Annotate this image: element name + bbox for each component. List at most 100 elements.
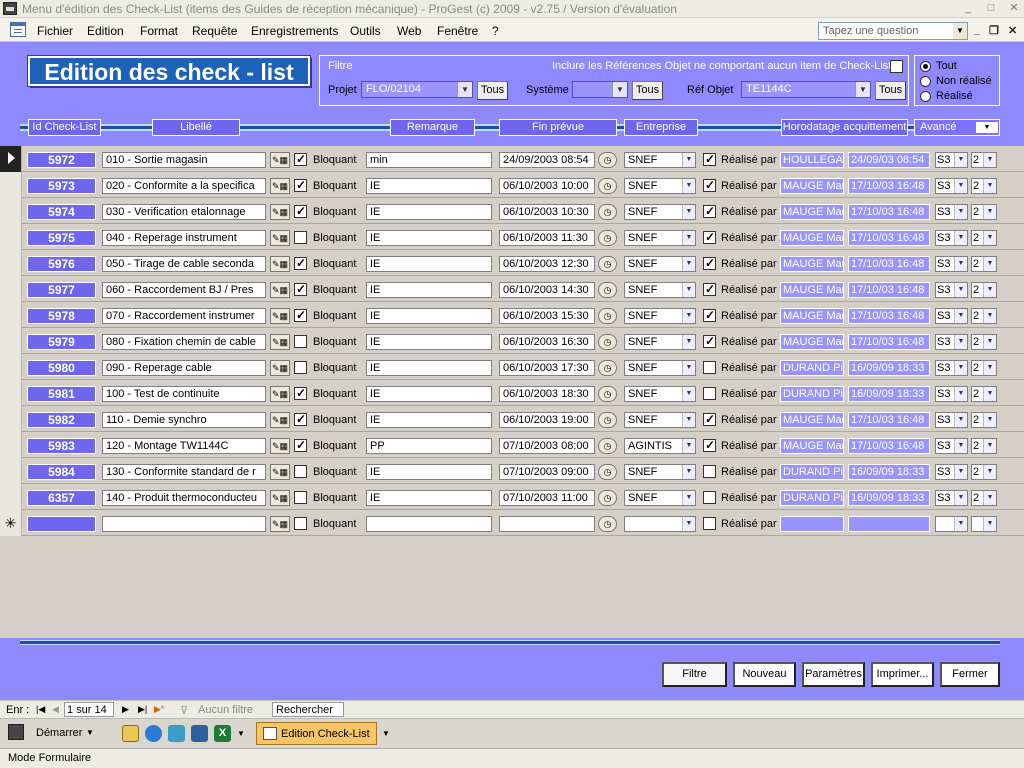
bloquant-checkbox[interactable]: [294, 256, 307, 270]
radio-tout[interactable]: [920, 61, 931, 72]
libelle-field[interactable]: 040 - Reperage instrument: [102, 230, 266, 246]
projet-combo[interactable]: FLO/02104 ▼: [361, 81, 473, 98]
chevron-down-icon[interactable]: ▼: [682, 491, 695, 505]
chevron-down-icon[interactable]: ▼: [612, 82, 627, 97]
chevron-down-icon[interactable]: ▼: [855, 82, 870, 97]
realise-checkbox[interactable]: [703, 204, 716, 218]
fin-prevue-field[interactable]: 06/10/2003 14:30: [499, 282, 595, 298]
doc-restore-button[interactable]: ❐: [989, 24, 999, 37]
clock-icon[interactable]: ◷: [598, 360, 617, 376]
step-combo[interactable]: ▼: [935, 516, 968, 532]
record-selector[interactable]: [0, 484, 22, 510]
desktop-icon[interactable]: [168, 725, 185, 742]
clock-icon[interactable]: ◷: [598, 282, 617, 298]
menu-requete[interactable]: Requête: [192, 24, 237, 38]
chevron-down-icon[interactable]: ▼: [682, 257, 695, 271]
imprimer-button[interactable]: Imprimer...: [871, 662, 934, 687]
chevron-down-icon[interactable]: ▼: [954, 153, 967, 167]
chevron-down-icon[interactable]: ▼: [983, 465, 996, 479]
edit-icon[interactable]: ✎▦: [270, 308, 290, 324]
avance-combo[interactable]: 2 ▼: [971, 386, 997, 402]
realise-checkbox[interactable]: [703, 178, 716, 192]
step-combo[interactable]: S3 ▼: [935, 464, 968, 480]
avance-combo[interactable]: 2 ▼: [971, 152, 997, 168]
remarque-field[interactable]: IE: [366, 230, 492, 246]
step-combo[interactable]: S3 ▼: [935, 308, 968, 324]
radio-realise[interactable]: [920, 91, 931, 102]
nouveau-button[interactable]: Nouveau: [733, 662, 796, 687]
chevron-down-icon[interactable]: ▼: [682, 465, 695, 479]
bloquant-checkbox[interactable]: [294, 386, 307, 400]
bloquant-checkbox[interactable]: [294, 438, 307, 452]
remarque-field[interactable]: IE: [366, 178, 492, 194]
entreprise-combo[interactable]: SNEF ▼: [624, 334, 696, 350]
bloquant-checkbox[interactable]: [294, 231, 307, 244]
systeme-combo[interactable]: ▼: [572, 81, 628, 98]
remarque-field[interactable]: IE: [366, 282, 492, 298]
chevron-down-icon[interactable]: ▼: [983, 153, 996, 167]
chevron-down-icon[interactable]: ▼: [983, 413, 996, 427]
bloquant-checkbox[interactable]: [294, 282, 307, 296]
bloquant-checkbox[interactable]: [294, 178, 307, 192]
entreprise-combo[interactable]: SNEF ▼: [624, 204, 696, 220]
remarque-field[interactable]: IE: [366, 204, 492, 220]
refobjet-tous-button[interactable]: Tous: [875, 81, 906, 100]
chevron-down-icon[interactable]: ▼: [682, 283, 695, 297]
step-combo[interactable]: S3 ▼: [935, 490, 968, 506]
avance-combo[interactable]: 2 ▼: [971, 178, 997, 194]
avance-combo[interactable]: 2 ▼: [971, 282, 997, 298]
entreprise-combo[interactable]: SNEF ▼: [624, 412, 696, 428]
radio-non-realise[interactable]: [920, 76, 931, 87]
chevron-down-icon[interactable]: ▼: [682, 205, 695, 219]
menu-edition[interactable]: Edition: [87, 24, 124, 38]
record-selector[interactable]: [0, 224, 22, 250]
fin-prevue-field[interactable]: 07/10/2003 09:00: [499, 464, 595, 480]
edit-icon[interactable]: ✎▦: [270, 516, 290, 532]
entreprise-combo[interactable]: SNEF ▼: [624, 230, 696, 246]
fin-prevue-field[interactable]: 07/10/2003 11:00: [499, 490, 595, 506]
refobjet-combo[interactable]: TE1144C ▼: [741, 81, 871, 98]
entreprise-combo[interactable]: SNEF ▼: [624, 464, 696, 480]
realise-checkbox[interactable]: [703, 412, 716, 426]
close-button[interactable]: ✕: [1006, 1, 1022, 16]
fin-prevue-field[interactable]: 06/10/2003 11:30: [499, 230, 595, 246]
edit-icon[interactable]: ✎▦: [270, 282, 290, 298]
form-menu-icon[interactable]: [10, 22, 26, 37]
step-combo[interactable]: S3 ▼: [935, 282, 968, 298]
remarque-field[interactable]: [366, 516, 492, 532]
realise-checkbox[interactable]: [703, 282, 716, 296]
libelle-field[interactable]: 070 - Raccordement instrumer: [102, 308, 266, 324]
realise-checkbox[interactable]: [703, 491, 716, 504]
libelle-field[interactable]: 140 - Produit thermoconducteu: [102, 490, 266, 506]
chevron-down-icon[interactable]: ▼: [954, 361, 967, 375]
edit-icon[interactable]: ✎▦: [270, 386, 290, 402]
edit-icon[interactable]: ✎▦: [270, 438, 290, 454]
remarque-field[interactable]: IE: [366, 256, 492, 272]
chevron-down-icon[interactable]: ▼: [382, 729, 390, 738]
bloquant-checkbox[interactable]: [294, 465, 307, 478]
fin-prevue-field[interactable]: 06/10/2003 17:30: [499, 360, 595, 376]
record-selector[interactable]: [0, 172, 22, 198]
minimize-button[interactable]: _: [960, 1, 976, 16]
fin-prevue-field[interactable]: 06/10/2003 18:30: [499, 386, 595, 402]
chevron-down-icon[interactable]: ▼: [682, 413, 695, 427]
chevron-down-icon[interactable]: ▼: [954, 335, 967, 349]
realise-checkbox[interactable]: [703, 361, 716, 374]
bloquant-checkbox[interactable]: [294, 204, 307, 218]
bloquant-checkbox[interactable]: [294, 412, 307, 426]
edit-icon[interactable]: ✎▦: [270, 230, 290, 246]
realise-checkbox[interactable]: [703, 438, 716, 452]
clock-icon[interactable]: ◷: [598, 204, 617, 220]
chevron-down-icon[interactable]: ▼: [976, 122, 998, 133]
remarque-field[interactable]: IE: [366, 490, 492, 506]
realise-checkbox[interactable]: [703, 334, 716, 348]
step-combo[interactable]: S3 ▼: [935, 256, 968, 272]
record-selector[interactable]: [0, 458, 22, 484]
bloquant-checkbox[interactable]: [294, 152, 307, 166]
fin-prevue-field[interactable]: 06/10/2003 10:00: [499, 178, 595, 194]
menu-fichier[interactable]: Fichier: [37, 24, 73, 38]
clock-icon[interactable]: ◷: [598, 516, 617, 532]
explorer-icon[interactable]: [122, 725, 139, 742]
clock-icon[interactable]: ◷: [598, 490, 617, 506]
clock-icon[interactable]: ◷: [598, 230, 617, 246]
